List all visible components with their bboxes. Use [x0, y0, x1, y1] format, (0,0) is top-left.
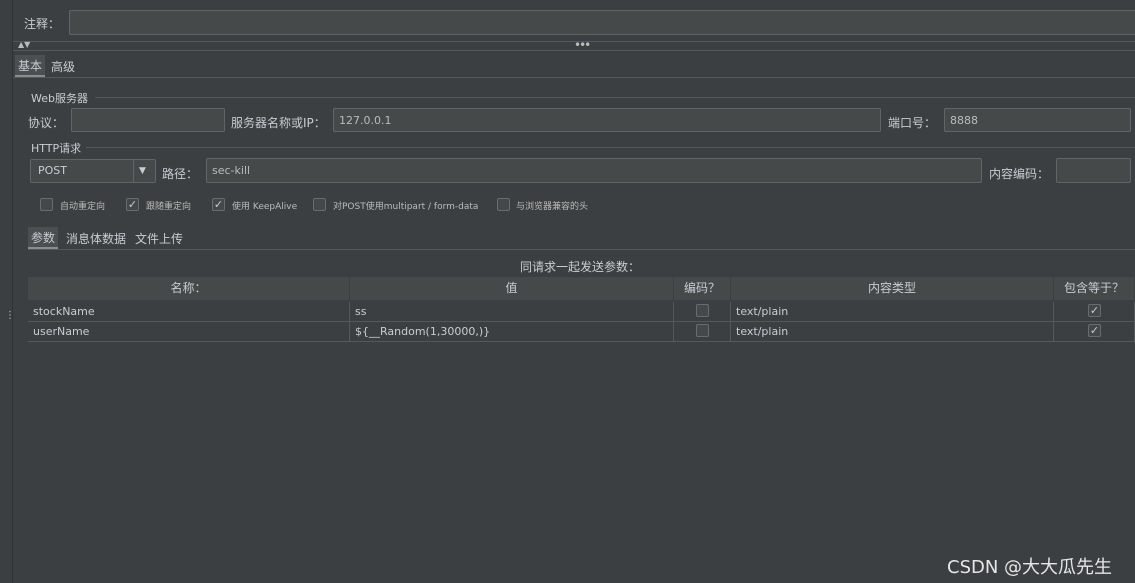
- collapse-arrows-icon[interactable]: ▲▼: [18, 40, 30, 49]
- follow-redirect-checkbox[interactable]: ✓: [126, 198, 139, 211]
- include-equals-checkbox[interactable]: ✓: [1088, 304, 1101, 317]
- watermark: CSDN @大大瓜先生: [947, 557, 1113, 578]
- cell-name[interactable]: userName: [28, 322, 350, 342]
- protocol-input[interactable]: [71, 108, 225, 132]
- tab-params[interactable]: 参数: [28, 227, 59, 249]
- cell-encode[interactable]: [674, 302, 731, 322]
- cell-content-type[interactable]: text/plain: [731, 322, 1054, 342]
- subtabs-divider: [28, 249, 1135, 250]
- server-input[interactable]: 127.0.0.1: [333, 108, 881, 132]
- check-icon: ✓: [213, 198, 224, 211]
- column-header-name[interactable]: 名称：: [28, 277, 350, 300]
- path-label: 路径：: [162, 167, 199, 181]
- table-caption: 同请求一起发送参数：: [520, 260, 641, 274]
- follow-redirect-label: 跟随重定向: [146, 202, 192, 212]
- encode-checkbox[interactable]: [696, 324, 709, 337]
- auto-redirect-label: 自动重定向: [60, 202, 106, 212]
- encode-checkbox[interactable]: [696, 304, 709, 317]
- column-header-encode[interactable]: 编码？: [674, 277, 731, 300]
- server-label: 服务器名称或IP：: [231, 116, 326, 130]
- comment-label: 注释：: [24, 17, 61, 31]
- check-icon: ✓: [127, 198, 138, 211]
- column-header-content-type[interactable]: 内容类型: [731, 277, 1054, 300]
- web-server-title: Web服务器: [31, 92, 88, 105]
- cell-include-equals[interactable]: ✓: [1054, 302, 1135, 322]
- include-equals-checkbox[interactable]: ✓: [1088, 324, 1101, 337]
- column-header-include-equals[interactable]: 包含等于？: [1054, 277, 1135, 300]
- tab-basic[interactable]: 基本: [15, 55, 46, 77]
- comment-input[interactable]: [69, 10, 1135, 35]
- port-label: 端口号：: [888, 116, 937, 130]
- cell-value[interactable]: ${__Random(1,30000,)}: [350, 322, 674, 342]
- cell-content-type[interactable]: text/plain: [731, 302, 1054, 322]
- cell-name[interactable]: stockName: [28, 302, 350, 322]
- tabs-divider: [13, 77, 1135, 78]
- protocol-label: 协议：: [28, 116, 65, 130]
- path-input[interactable]: sec-kill: [206, 158, 982, 183]
- web-server-line: [95, 97, 1135, 98]
- chevron-down-icon[interactable]: ▼: [139, 160, 146, 182]
- tab-body-data[interactable]: 消息体数据: [66, 230, 126, 247]
- column-header-value[interactable]: 值: [350, 277, 674, 300]
- tab-advanced[interactable]: 高级: [51, 58, 75, 75]
- cell-encode[interactable]: [674, 322, 731, 342]
- splitter-handle-icon[interactable]: ⋮: [5, 311, 15, 328]
- encoding-input[interactable]: [1056, 158, 1131, 183]
- left-divider: [12, 0, 13, 583]
- multipart-label: 对POST使用multipart / form-data: [333, 202, 479, 212]
- auto-redirect-checkbox[interactable]: [40, 198, 53, 211]
- tab-file-upload[interactable]: 文件上传: [135, 230, 183, 247]
- check-icon: ✓: [1089, 324, 1100, 337]
- keepalive-checkbox[interactable]: ✓: [212, 198, 225, 211]
- splitter-line-bottom: [13, 50, 1135, 51]
- cell-include-equals[interactable]: ✓: [1054, 322, 1135, 342]
- method-value: POST: [38, 164, 67, 177]
- keepalive-label: 使用 KeepAlive: [232, 202, 298, 212]
- http-request-line: [86, 147, 1135, 148]
- browser-headers-checkbox[interactable]: [497, 198, 510, 211]
- method-select[interactable]: POST ▼: [30, 159, 156, 183]
- browser-headers-label: 与浏览器兼容的头: [516, 202, 589, 212]
- check-icon: ✓: [1089, 304, 1100, 317]
- encoding-label: 内容编码：: [989, 167, 1050, 181]
- select-divider: [133, 160, 134, 182]
- multipart-checkbox[interactable]: [313, 198, 326, 211]
- http-request-title: HTTP请求: [31, 142, 82, 155]
- port-input[interactable]: 8888: [944, 108, 1131, 132]
- cell-value[interactable]: ss: [350, 302, 674, 322]
